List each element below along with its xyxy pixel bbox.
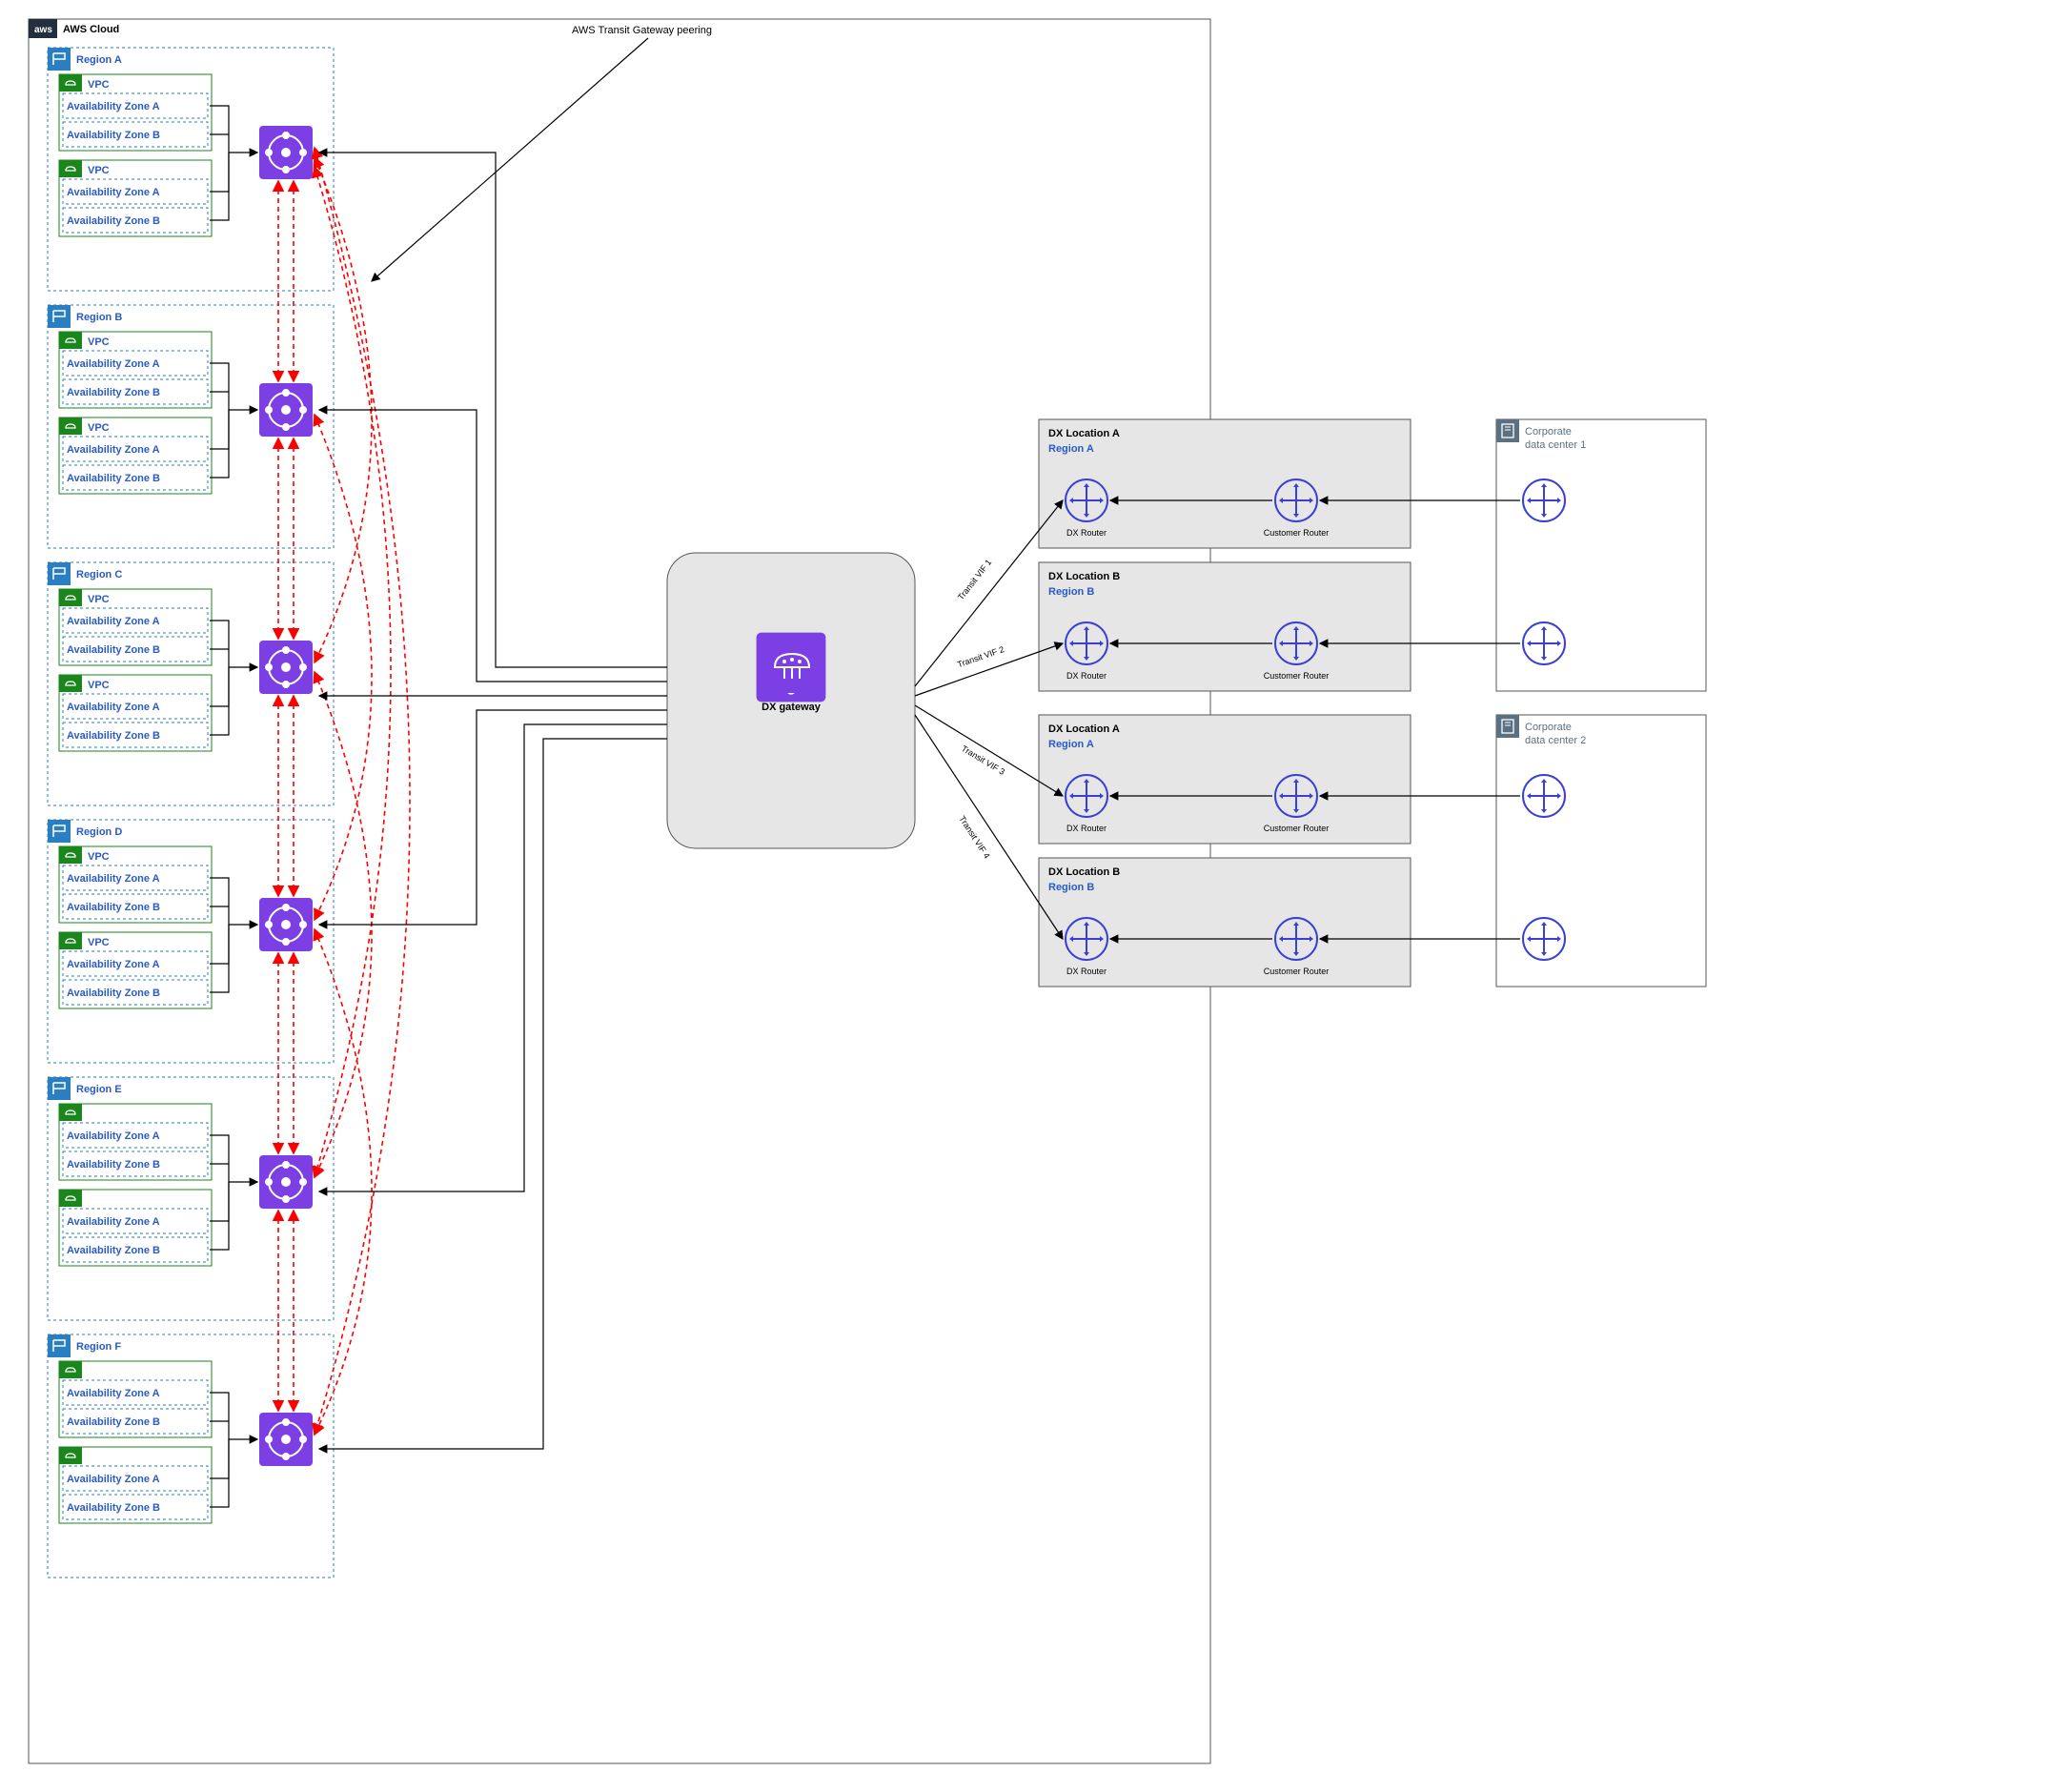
svg-text:Region B: Region B: [1048, 586, 1094, 598]
svg-text:DX Router: DX Router: [1066, 671, 1107, 681]
region-c: Region C VPC Availability Zone A Availab…: [48, 562, 334, 805]
svg-text:Availability Zone B: Availability Zone B: [67, 1159, 160, 1171]
diagram-canvas: aws AWS Cloud AWS Transit Gateway peerin…: [0, 0, 2051, 1792]
peering-label: AWS Transit Gateway peering: [572, 25, 712, 36]
region-f: Region F Availability Zone A Availabilit…: [48, 1334, 334, 1578]
svg-text:Availability Zone B: Availability Zone B: [67, 1502, 160, 1514]
tgw-icon-f: [259, 1413, 313, 1466]
svg-text:VPC: VPC: [88, 851, 110, 863]
svg-text:data center 1: data center 1: [1525, 439, 1586, 451]
aws-cloud-label: AWS Cloud: [63, 24, 119, 35]
svg-text:Availability Zone A: Availability Zone A: [67, 358, 160, 370]
svg-text:Availability Zone B: Availability Zone B: [67, 215, 160, 227]
svg-text:DX Router: DX Router: [1066, 528, 1107, 538]
svg-text:DX Router: DX Router: [1066, 824, 1107, 833]
svg-text:Region E: Region E: [76, 1084, 122, 1095]
svg-text:Availability Zone A: Availability Zone A: [67, 1216, 160, 1228]
svg-text:Availability Zone A: Availability Zone A: [67, 959, 160, 970]
dx-location-3: DX Location B Region B DX Router Custome…: [1039, 858, 1411, 987]
svg-text:Region B: Region B: [1048, 882, 1094, 893]
svg-text:Availability Zone B: Availability Zone B: [67, 902, 160, 913]
tgw-icon-a: [259, 126, 313, 179]
svg-text:Transit VIF 4: Transit VIF 4: [957, 814, 991, 860]
dx-gateway-label: DX gateway: [762, 702, 822, 713]
svg-text:data center 2: data center 2: [1525, 735, 1586, 746]
svg-text:Availability Zone A: Availability Zone A: [67, 873, 160, 885]
svg-text:DX Location B: DX Location B: [1048, 866, 1120, 878]
svg-text:Availability Zone A: Availability Zone A: [67, 702, 160, 713]
tgw-to-dxg: [319, 153, 667, 1449]
svg-text:Availability Zone A: Availability Zone A: [67, 616, 160, 627]
svg-text:Corporate: Corporate: [1525, 722, 1572, 733]
svg-text:Region A: Region A: [1048, 443, 1094, 455]
dx-location-1: DX Location B Region B DX Router Custome…: [1039, 562, 1411, 691]
svg-text:DX Location A: DX Location A: [1048, 428, 1120, 439]
svg-text:Availability Zone B: Availability Zone B: [67, 730, 160, 742]
svg-text:Availability Zone A: Availability Zone A: [67, 1474, 160, 1485]
az-tgw-links: [210, 106, 257, 1507]
svg-text:Availability Zone B: Availability Zone B: [67, 988, 160, 999]
svg-text:Customer Router: Customer Router: [1264, 967, 1330, 976]
svg-text:Availability Zone A: Availability Zone A: [67, 1130, 160, 1142]
svg-text:VPC: VPC: [88, 422, 110, 434]
dx-location-2: DX Location A Region A DX Router Custome…: [1039, 715, 1411, 844]
svg-text:Availability Zone A: Availability Zone A: [67, 444, 160, 456]
tgw-icon-d: [259, 898, 313, 951]
svg-text:Transit VIF 3: Transit VIF 3: [960, 743, 1006, 777]
region-a: Region A VPC Availability Zone A Availab…: [48, 48, 334, 291]
svg-text:Region C: Region C: [76, 569, 122, 580]
svg-text:DX Router: DX Router: [1066, 967, 1107, 976]
svg-text:Region A: Region A: [76, 54, 122, 66]
svg-text:Availability Zone B: Availability Zone B: [67, 473, 160, 484]
datacenter-1: Corporate data center 2: [1496, 715, 1706, 987]
svg-text:Transit VIF 2: Transit VIF 2: [956, 644, 1005, 669]
dx-location-0: DX Location A Region A DX Router Custome…: [1039, 419, 1411, 548]
tgw-peering-adjacent: [278, 181, 294, 1411]
region-e: Region E Availability Zone A Availabilit…: [48, 1077, 334, 1320]
svg-text:VPC: VPC: [88, 680, 110, 691]
svg-text:Customer Router: Customer Router: [1264, 824, 1330, 833]
svg-text:aws: aws: [34, 25, 52, 35]
svg-text:VPC: VPC: [88, 336, 110, 348]
svg-text:Customer Router: Customer Router: [1264, 671, 1330, 681]
svg-text:Customer Router: Customer Router: [1264, 528, 1330, 538]
svg-text:Availability Zone B: Availability Zone B: [67, 387, 160, 398]
tgw-peering-skip: [315, 148, 410, 1435]
region-d: Region D VPC Availability Zone A Availab…: [48, 820, 334, 1063]
svg-text:Availability Zone A: Availability Zone A: [67, 101, 160, 112]
svg-text:DX Location A: DX Location A: [1048, 723, 1120, 735]
aws-cloud-box: [29, 19, 1210, 1763]
svg-text:Availability Zone A: Availability Zone A: [67, 187, 160, 198]
svg-text:VPC: VPC: [88, 594, 110, 605]
svg-text:VPC: VPC: [88, 79, 110, 91]
svg-text:Availability Zone B: Availability Zone B: [67, 1416, 160, 1428]
svg-text:Availability Zone B: Availability Zone B: [67, 644, 160, 656]
peering-pointer: [372, 38, 648, 281]
region-b: Region B VPC Availability Zone A Availab…: [48, 305, 334, 548]
svg-text:Availability Zone A: Availability Zone A: [67, 1388, 160, 1399]
svg-text:DX Location B: DX Location B: [1048, 571, 1120, 582]
svg-text:VPC: VPC: [88, 937, 110, 948]
datacenter-0: Corporate data center 1: [1496, 419, 1706, 691]
tgw-icon-b: [259, 383, 313, 437]
svg-text:Corporate: Corporate: [1525, 426, 1572, 438]
svg-text:Region F: Region F: [76, 1341, 121, 1353]
tgw-icon-e: [259, 1155, 313, 1209]
svg-text:Availability Zone B: Availability Zone B: [67, 1245, 160, 1256]
svg-text:Region B: Region B: [76, 312, 122, 323]
tgw-icon-c: [259, 641, 313, 694]
svg-text:Region D: Region D: [76, 826, 122, 838]
svg-text:VPC: VPC: [88, 165, 110, 176]
svg-text:Availability Zone B: Availability Zone B: [67, 130, 160, 141]
svg-text:Region A: Region A: [1048, 739, 1094, 750]
